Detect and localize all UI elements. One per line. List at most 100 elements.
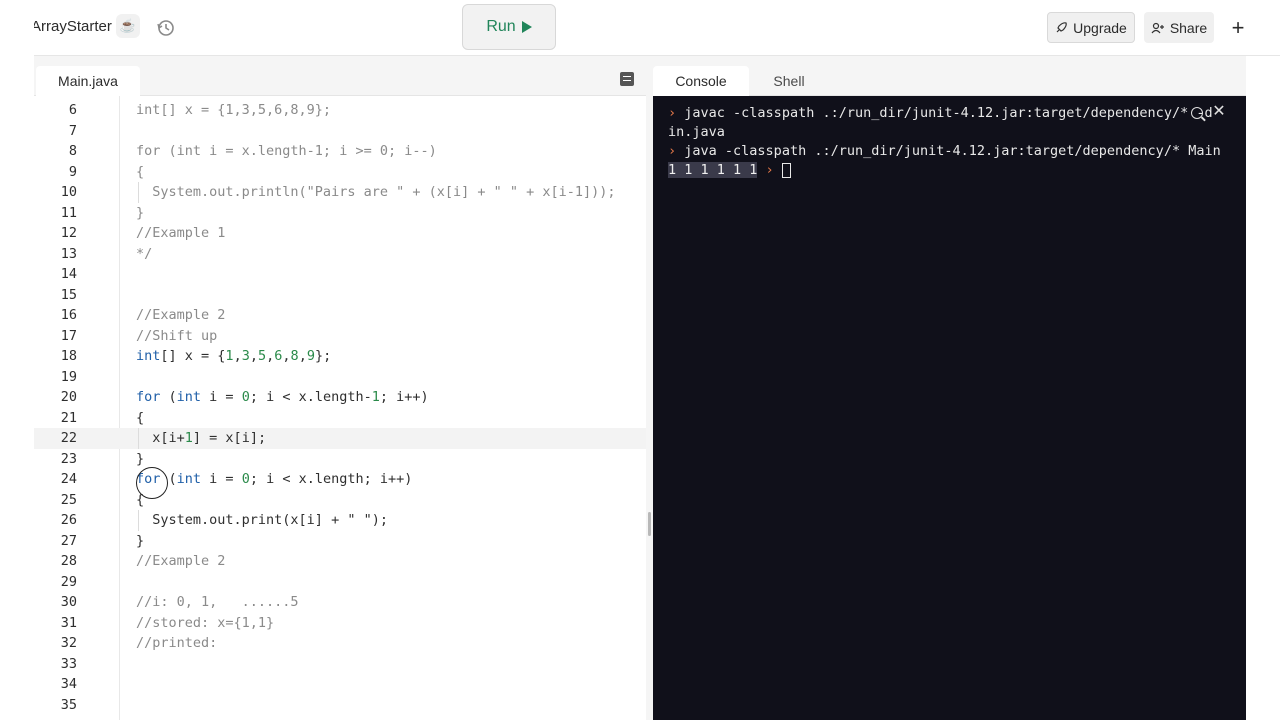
terminal-line: › javac -classpath .:/run_dir/junit-4.12…: [668, 104, 1213, 123]
editor-tab-bar: Main.java: [34, 56, 646, 96]
line-number: 24: [60, 471, 77, 487]
code-line[interactable]: 26 System.out.print(x[i] + " ");: [34, 510, 646, 531]
java-command: java -classpath .:/run_dir/junit-4.12.ja…: [684, 143, 1221, 159]
line-number: 28: [60, 553, 77, 569]
code-line[interactable]: 7: [34, 121, 646, 142]
line-number: 15: [60, 286, 77, 303]
code-text: //printed:: [136, 635, 218, 651]
code-line[interactable]: 17 //Shift up: [34, 326, 646, 347]
code-text: //Example 2: [136, 307, 226, 323]
code-text: int[] x = {1,3,5,6,8,9};: [136, 348, 332, 364]
format-icon[interactable]: [620, 72, 634, 86]
code-text: System.out.println("Pairs are " + (x[i] …: [136, 184, 616, 200]
upgrade-button[interactable]: Upgrade: [1047, 12, 1135, 43]
left-edge: [0, 0, 34, 720]
code-text: for (int i = 0; i < x.length-1; i++): [136, 389, 429, 405]
terminal-cursor[interactable]: [781, 162, 791, 178]
line-number: 8: [68, 143, 77, 159]
code-text: int[] x = {1,3,5,6,8,9};: [136, 102, 332, 118]
code-text: for (int i = 0; i < x.length; i++): [136, 471, 413, 487]
code-line[interactable]: 16 //Example 2: [34, 305, 646, 326]
code-line[interactable]: 24 for (int i = 0; i < x.length; i++): [34, 469, 646, 490]
code-text: }: [136, 532, 145, 549]
code-line[interactable]: 35: [34, 695, 646, 716]
javac-command-wrap: in.java: [668, 124, 725, 140]
share-label: Share: [1169, 19, 1208, 36]
code-text: {: [136, 409, 145, 426]
code-text: x[i+1] = x[i];: [136, 430, 267, 446]
line-number: 18: [60, 348, 77, 364]
line-number: 22: [60, 430, 77, 446]
prompt-icon: ›: [668, 105, 677, 121]
code-text: for (int i = x.length-1; i >= 0; i--): [136, 143, 437, 159]
code-line[interactable]: 32 //printed:: [34, 633, 646, 654]
code-text: }: [136, 450, 145, 467]
code-line[interactable]: 30 //i: 0, 1, ......5: [34, 592, 646, 613]
run-button[interactable]: Run: [462, 4, 556, 50]
add-user-icon: [1151, 22, 1164, 33]
code-line[interactable]: 22 x[i+1] = x[i];: [34, 428, 646, 449]
code-line[interactable]: 8 for (int i = x.length-1; i >= 0; i--): [34, 141, 646, 162]
code-text: //stored: x={1,1}: [136, 614, 275, 631]
editor-pane: Main.java 6 int[] x = {1,3,5,6,8,9}; 7 8 for…: [34, 56, 646, 720]
terminal-output[interactable]: › javac -classpath .:/run_dir/junit-4.12…: [653, 96, 1246, 720]
search-icon[interactable]: [1191, 107, 1203, 119]
line-number: 13: [60, 245, 77, 262]
code-line[interactable]: 15: [34, 285, 646, 306]
upgrade-label: Upgrade: [1073, 19, 1127, 36]
play-icon: [521, 21, 532, 33]
line-number: 27: [60, 532, 77, 549]
line-number: 7: [68, 122, 77, 139]
code-line[interactable]: 18 int[] x = {1,3,5,6,8,9};: [34, 346, 646, 367]
code-line[interactable]: 9{: [34, 162, 646, 183]
line-number: 30: [60, 594, 77, 610]
repl-title[interactable]: ArrayStarter: [31, 18, 112, 35]
share-button[interactable]: Share: [1144, 12, 1214, 43]
code-line[interactable]: 20 for (int i = 0; i < x.length-1; i++): [34, 387, 646, 408]
code-line[interactable]: 11}: [34, 203, 646, 224]
new-tab-button[interactable]: +: [1226, 12, 1250, 43]
code-line[interactable]: 25 {: [34, 490, 646, 511]
code-line[interactable]: 33: [34, 654, 646, 675]
code-text: //Shift up: [136, 327, 218, 344]
close-icon[interactable]: ✕: [1211, 102, 1227, 120]
line-number: 29: [60, 573, 77, 590]
code-line[interactable]: 29: [34, 572, 646, 593]
line-number: 12: [60, 225, 77, 241]
program-output: 1 1 1 1 1 1: [668, 162, 758, 178]
code-line[interactable]: 34: [34, 674, 646, 695]
code-text: System.out.print(x[i] + " ");: [136, 512, 388, 528]
code-editor[interactable]: 6 int[] x = {1,3,5,6,8,9}; 7 8 for (int i = …: [34, 96, 646, 720]
splitter-handle[interactable]: [648, 512, 651, 536]
code-line[interactable]: 10 System.out.println("Pairs are " + (x[…: [34, 182, 646, 203]
code-line[interactable]: 12 //Example 1: [34, 223, 646, 244]
line-number: 6: [68, 102, 77, 118]
code-line[interactable]: 28 //Example 2: [34, 551, 646, 572]
code-line[interactable]: 14: [34, 264, 646, 285]
terminal-line: › java -classpath .:/run_dir/junit-4.12.…: [668, 142, 1221, 161]
line-number: 23: [60, 450, 77, 467]
line-number: 32: [60, 635, 77, 651]
java-language-icon: ☕: [116, 14, 140, 38]
code-line[interactable]: 19: [34, 367, 646, 388]
file-tab-main-java[interactable]: Main.java: [36, 66, 140, 96]
tab-shell[interactable]: Shell: [753, 66, 825, 96]
line-number: 19: [60, 368, 77, 385]
prompt-icon: ›: [668, 143, 677, 159]
console-tab-bar: Console Shell: [653, 56, 1246, 96]
code-text: {: [136, 491, 145, 508]
history-icon[interactable]: [152, 14, 180, 42]
code-line[interactable]: 23}: [34, 449, 646, 470]
code-line[interactable]: 13 */: [34, 244, 646, 265]
tab-console[interactable]: Console: [653, 66, 749, 96]
code-line[interactable]: 27}: [34, 531, 646, 552]
code-text: {: [136, 163, 145, 180]
code-line[interactable]: 31 //stored: x={1,1}: [34, 613, 646, 634]
indent-guide: [138, 182, 139, 203]
code-line[interactable]: 6 int[] x = {1,3,5,6,8,9};: [34, 100, 646, 121]
line-number: 25: [60, 491, 77, 508]
line-number: 26: [60, 512, 77, 528]
pane-splitter[interactable]: [646, 56, 653, 720]
code-line[interactable]: 21 {: [34, 408, 646, 429]
rocket-icon: [1056, 21, 1067, 32]
